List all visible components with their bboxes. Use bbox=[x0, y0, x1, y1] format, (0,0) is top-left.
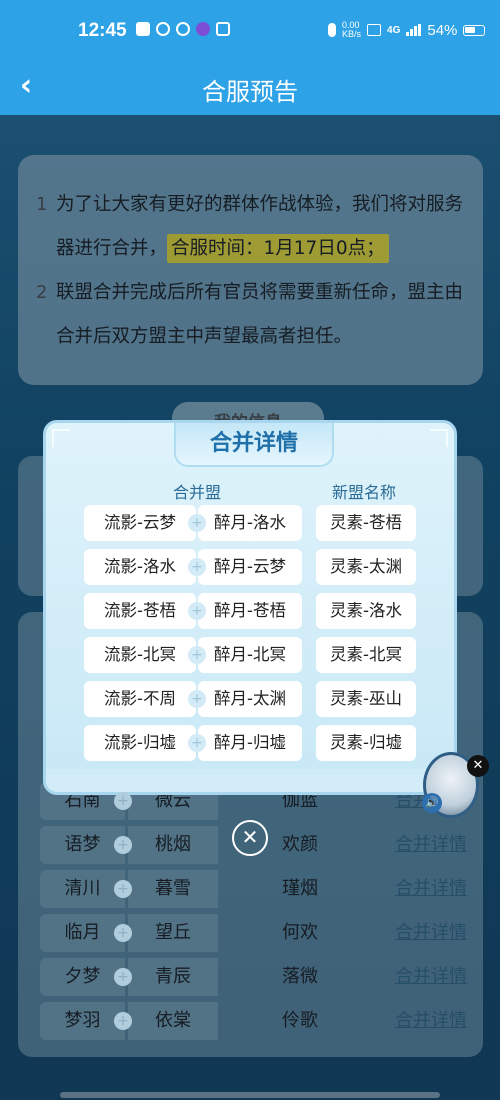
scroll-fade bbox=[46, 769, 454, 792]
mic-icon bbox=[328, 23, 336, 37]
app-loop-icon bbox=[196, 22, 210, 36]
plus-icon: + bbox=[114, 792, 132, 810]
alliance-b: 醉月-归墟 bbox=[198, 725, 302, 761]
plus-icon: + bbox=[114, 968, 132, 986]
alliance-b: 醉月-北冥 bbox=[198, 637, 302, 673]
signal-bars-icon bbox=[406, 24, 422, 36]
merge-row: 流影-洛水 + 醉月-云梦 灵素-太渊 bbox=[84, 549, 424, 585]
alliance-a: 流影-洛水 bbox=[84, 549, 196, 585]
status-right: 0.00 KB/s 4G 54% bbox=[328, 20, 486, 39]
new-alliance-name: 灵素-北冥 bbox=[316, 637, 416, 673]
plus-icon: + bbox=[114, 880, 132, 898]
corner-decoration bbox=[52, 429, 70, 447]
merge-row: 流影-不周 + 醉月-太渊 灵素-巫山 bbox=[84, 681, 424, 717]
alliance-a: 流影-北冥 bbox=[84, 637, 196, 673]
alliance-b: 醉月-太渊 bbox=[198, 681, 302, 717]
status-bar: 12:45 0.00 KB/s 4G 54% bbox=[0, 0, 500, 60]
new-alliance-name: 灵素-归墟 bbox=[316, 725, 416, 761]
plus-icon: + bbox=[114, 924, 132, 942]
close-icon: ✕ bbox=[241, 825, 259, 849]
merge-row: 流影-北冥 + 醉月-北冥 灵素-北冥 bbox=[84, 637, 424, 673]
wechat-icon bbox=[156, 22, 170, 36]
alliance-a: 流影-云梦 bbox=[84, 505, 196, 541]
net-speed: 0.00 KB/s bbox=[342, 20, 362, 39]
close-button[interactable]: ✕ bbox=[232, 820, 268, 856]
new-alliance-name: 灵素-洛水 bbox=[316, 593, 416, 629]
status-time: 12:45 bbox=[78, 20, 127, 41]
new-alliance-name: 灵素-苍梧 bbox=[316, 505, 416, 541]
battery-icon bbox=[463, 24, 486, 36]
plus-icon: + bbox=[188, 690, 206, 708]
plus-icon: + bbox=[114, 836, 132, 854]
corner-decoration bbox=[430, 429, 448, 447]
speaker-icon[interactable]: 🔊 bbox=[422, 793, 442, 813]
alliance-a: 流影-不周 bbox=[84, 681, 196, 717]
plus-icon: + bbox=[114, 1012, 132, 1030]
merge-row: 流影-苍梧 + 醉月-苍梧 灵素-洛水 bbox=[84, 593, 424, 629]
alliance-b: 醉月-洛水 bbox=[198, 505, 302, 541]
column-header-new-name: 新盟名称 bbox=[332, 483, 397, 502]
floating-close-button[interactable]: ✕ bbox=[467, 755, 489, 777]
signal-badge: 4G bbox=[387, 24, 401, 36]
new-alliance-name: 灵素-太渊 bbox=[316, 549, 416, 585]
hotspot-icon bbox=[176, 22, 190, 36]
alliance-a: 流影-归墟 bbox=[84, 725, 196, 761]
merge-row: 流影-云梦 + 醉月-洛水 灵素-苍梧 bbox=[84, 505, 424, 541]
battery-percent: 54% bbox=[427, 21, 458, 39]
column-header-merge: 合并盟 bbox=[173, 483, 222, 502]
alliance-b: 醉月-苍梧 bbox=[198, 593, 302, 629]
page-title: 合服预告 bbox=[202, 78, 298, 106]
alliance-a: 流影-苍梧 bbox=[84, 593, 196, 629]
alliance-b: 醉月-云梦 bbox=[198, 549, 302, 585]
modal-title: 合并详情 bbox=[174, 423, 334, 467]
app-square-icon bbox=[216, 22, 230, 36]
plus-icon: + bbox=[188, 646, 206, 664]
title-bar: ‹ 合服预告 bbox=[0, 60, 500, 115]
plus-icon: + bbox=[188, 514, 206, 532]
plus-icon: + bbox=[188, 734, 206, 752]
plus-icon: + bbox=[188, 558, 206, 576]
hd-icon bbox=[367, 24, 382, 36]
new-alliance-name: 灵素-巫山 bbox=[316, 681, 416, 717]
app-k-icon bbox=[136, 22, 150, 36]
merge-row: 流影-归墟 + 醉月-归墟 灵素-归墟 bbox=[84, 725, 424, 761]
plus-icon: + bbox=[188, 602, 206, 620]
merge-detail-modal: 合并详情 合并盟 新盟名称 流影-云梦 + 醉月-洛水 灵素-苍梧 流影-洛水 … bbox=[43, 420, 457, 795]
